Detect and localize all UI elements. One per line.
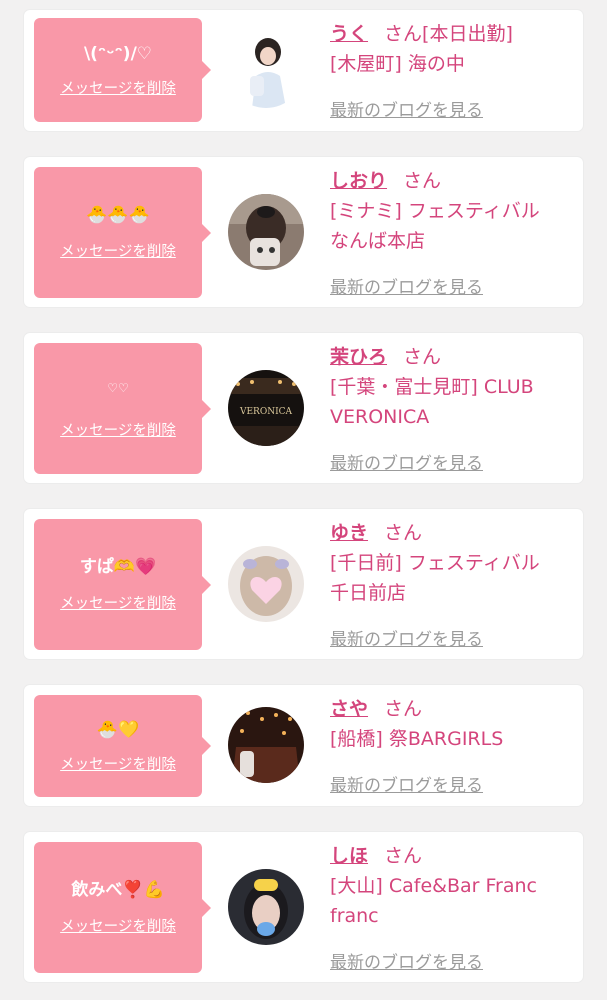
shop-line: なんば本店 bbox=[330, 230, 426, 252]
avatar-photo bbox=[228, 546, 304, 622]
cast-info: さや さん [船橋] 祭BARGIRLS bbox=[330, 694, 567, 754]
delete-message-link[interactable]: メッセージを削除 bbox=[60, 753, 176, 774]
cast-name-link[interactable]: ゆき bbox=[330, 522, 368, 544]
shop-line: VERONICA bbox=[330, 406, 430, 428]
cast-card: 🐣💛 メッセージを削除 さや さん [船橋] 祭BARGIRLS 最新のブログを… bbox=[24, 685, 583, 806]
cast-name-link[interactable]: うく bbox=[330, 23, 368, 45]
name-line: ゆき さん bbox=[330, 518, 567, 548]
latest-blog-link[interactable]: 最新のブログを見る bbox=[330, 625, 483, 650]
name-line: しおり さん bbox=[330, 166, 567, 196]
cast-card: 飲みべ❣️💪 メッセージを削除 しほ さん [大山] Cafe&Bar Franc… bbox=[24, 832, 583, 982]
name-line: しほ さん bbox=[330, 841, 567, 871]
avatar[interactable] bbox=[228, 869, 304, 945]
shop-line: [千葉・富士見町] CLUB bbox=[330, 376, 534, 398]
message-text: 🐣🐣🐣 bbox=[86, 205, 150, 225]
cast-info: ゆき さん [千日前] フェスティバル 千日前店 bbox=[330, 518, 567, 608]
name-line: さや さん bbox=[330, 694, 567, 724]
message-text: すぱ🫶💗 bbox=[79, 557, 157, 577]
avatar-logo-text: VERONICA bbox=[239, 407, 293, 417]
delete-message-link[interactable]: メッセージを削除 bbox=[60, 592, 176, 613]
latest-blog-link[interactable]: 最新のブログを見る bbox=[330, 771, 483, 796]
avatar[interactable] bbox=[228, 32, 304, 108]
message-bubble: 飲みべ❣️💪 メッセージを削除 bbox=[34, 842, 211, 973]
avatar[interactable] bbox=[228, 707, 304, 783]
avatar-photo bbox=[228, 194, 304, 270]
cast-info: 茉ひろ さん [千葉・富士見町] CLUB VERONICA bbox=[330, 342, 567, 432]
message-text: 飲みべ❣️💪 bbox=[71, 880, 165, 900]
cast-info: うく さん[本日出勤] [木屋町] 海の中 bbox=[330, 19, 567, 79]
avatar-photo bbox=[228, 32, 304, 108]
honorific: さん bbox=[384, 522, 423, 544]
shop-line: [千日前] フェスティバル bbox=[330, 552, 540, 574]
message-text: \(ᵔᵕᵔ)/♡ bbox=[83, 43, 153, 64]
delete-message-link[interactable]: メッセージを削除 bbox=[60, 419, 176, 440]
shop-line: [ミナミ] フェスティバル bbox=[330, 200, 540, 222]
message-bubble: \(ᵔᵕᵔ)/♡ メッセージを削除 bbox=[34, 18, 211, 122]
name-line: 茉ひろ さん bbox=[330, 342, 567, 372]
cast-name-link[interactable]: しほ bbox=[330, 845, 368, 867]
honorific: さん bbox=[403, 346, 442, 368]
cast-name-link[interactable]: 茉ひろ bbox=[330, 346, 387, 368]
message-bubble: 🐣🐣🐣 メッセージを削除 bbox=[34, 167, 211, 298]
cast-info: しほ さん [大山] Cafe&Bar Franc franc bbox=[330, 841, 567, 931]
avatar-photo bbox=[228, 707, 304, 783]
shop-line: 千日前店 bbox=[330, 582, 407, 604]
work-status-badge: [本日出勤] bbox=[422, 23, 513, 45]
message-text: ♡♡ bbox=[107, 381, 129, 395]
latest-blog-link[interactable]: 最新のブログを見る bbox=[330, 96, 483, 121]
cast-card: 🐣🐣🐣 メッセージを削除 しおり さん [ミナミ] フェスティバル なんば本店 最… bbox=[24, 157, 583, 307]
cast-card: すぱ🫶💗 メッセージを削除 ゆき さん [千日前] フェスティバル 千日前店 最新… bbox=[24, 509, 583, 659]
favorite-cast-list: \(ᵔᵕᵔ)/♡ メッセージを削除 うく さん[本日出勤] [木屋町] 海の中 最… bbox=[0, 0, 607, 1000]
shop-line: franc bbox=[330, 905, 379, 927]
latest-blog-link[interactable]: 最新のブログを見る bbox=[330, 273, 483, 298]
avatar[interactable] bbox=[228, 194, 304, 270]
name-line: うく さん[本日出勤] bbox=[330, 19, 567, 49]
delete-message-link[interactable]: メッセージを削除 bbox=[60, 240, 176, 261]
cast-name-link[interactable]: しおり bbox=[330, 170, 387, 192]
latest-blog-link[interactable]: 最新のブログを見る bbox=[330, 449, 483, 474]
delete-message-link[interactable]: メッセージを削除 bbox=[60, 915, 176, 936]
avatar-photo: VERONICA bbox=[228, 370, 304, 446]
message-bubble: ♡♡ メッセージを削除 bbox=[34, 343, 211, 474]
avatar[interactable]: VERONICA bbox=[228, 370, 304, 446]
honorific: さん bbox=[384, 698, 423, 720]
message-bubble: 🐣💛 メッセージを削除 bbox=[34, 695, 211, 797]
honorific: さん bbox=[384, 845, 423, 867]
honorific: さん bbox=[384, 23, 423, 45]
message-text: 🐣💛 bbox=[96, 719, 140, 740]
latest-blog-link[interactable]: 最新のブログを見る bbox=[330, 948, 483, 973]
honorific: さん bbox=[403, 170, 442, 192]
delete-message-link[interactable]: メッセージを削除 bbox=[60, 77, 176, 98]
cast-card: \(ᵔᵕᵔ)/♡ メッセージを削除 うく さん[本日出勤] [木屋町] 海の中 最… bbox=[24, 10, 583, 131]
message-bubble: すぱ🫶💗 メッセージを削除 bbox=[34, 519, 211, 650]
shop-line: [木屋町] 海の中 bbox=[330, 53, 465, 75]
cast-name-link[interactable]: さや bbox=[330, 698, 368, 720]
cast-info: しおり さん [ミナミ] フェスティバル なんば本店 bbox=[330, 166, 567, 256]
avatar-photo bbox=[228, 869, 304, 945]
avatar[interactable] bbox=[228, 546, 304, 622]
shop-line: [船橋] 祭BARGIRLS bbox=[330, 728, 504, 750]
shop-line: [大山] Cafe&Bar Franc bbox=[330, 875, 537, 897]
cast-card: ♡♡ メッセージを削除 VERONICA 茉ひろ さん [千葉・富士見町] CLU… bbox=[24, 333, 583, 483]
